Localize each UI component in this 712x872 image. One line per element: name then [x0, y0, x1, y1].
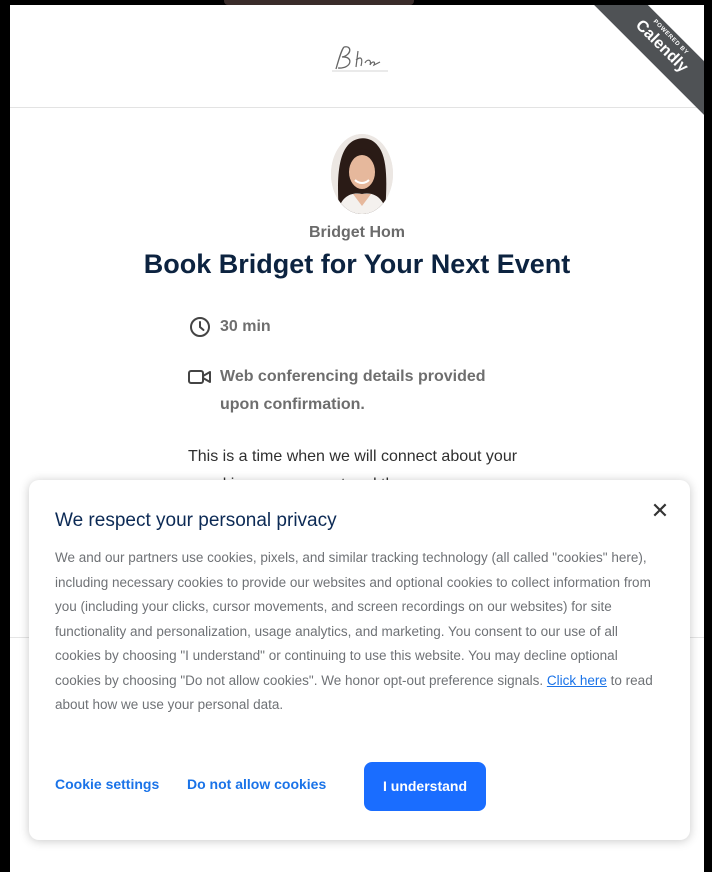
duration-detail: 30 min	[188, 313, 271, 341]
conferencing-detail: Web conferencing details provided upon c…	[188, 363, 548, 419]
duration-label: 30 min	[220, 318, 271, 335]
i-understand-button[interactable]: I understand	[364, 762, 486, 811]
event-title: Book Bridget for Your Next Event	[143, 249, 571, 279]
cookie-body-text: We and our partners use cookies, pixels,…	[55, 550, 651, 688]
host-name: Bridget Hom	[309, 224, 405, 241]
privacy-link[interactable]: Click here	[547, 673, 607, 688]
clock-icon	[188, 313, 212, 341]
cookie-title: We respect your personal privacy	[55, 510, 337, 531]
video-camera-icon	[188, 363, 212, 391]
cookie-settings-button[interactable]: Cookie settings	[55, 776, 159, 792]
cookie-consent-dialog: We respect your personal privacy ✕ We an…	[29, 480, 690, 840]
conferencing-label: Web conferencing details provided upon c…	[220, 368, 486, 413]
do-not-allow-cookies-button[interactable]: Do not allow cookies	[187, 776, 326, 792]
cookie-body: We and our partners use cookies, pixels,…	[55, 546, 667, 718]
host-avatar	[331, 134, 393, 214]
page-header: POWERED BY Calendly	[10, 5, 704, 117]
close-icon[interactable]: ✕	[648, 499, 672, 523]
calendly-ribbon[interactable]: POWERED BY Calendly	[592, 5, 704, 117]
bh-logo-icon	[332, 46, 388, 72]
